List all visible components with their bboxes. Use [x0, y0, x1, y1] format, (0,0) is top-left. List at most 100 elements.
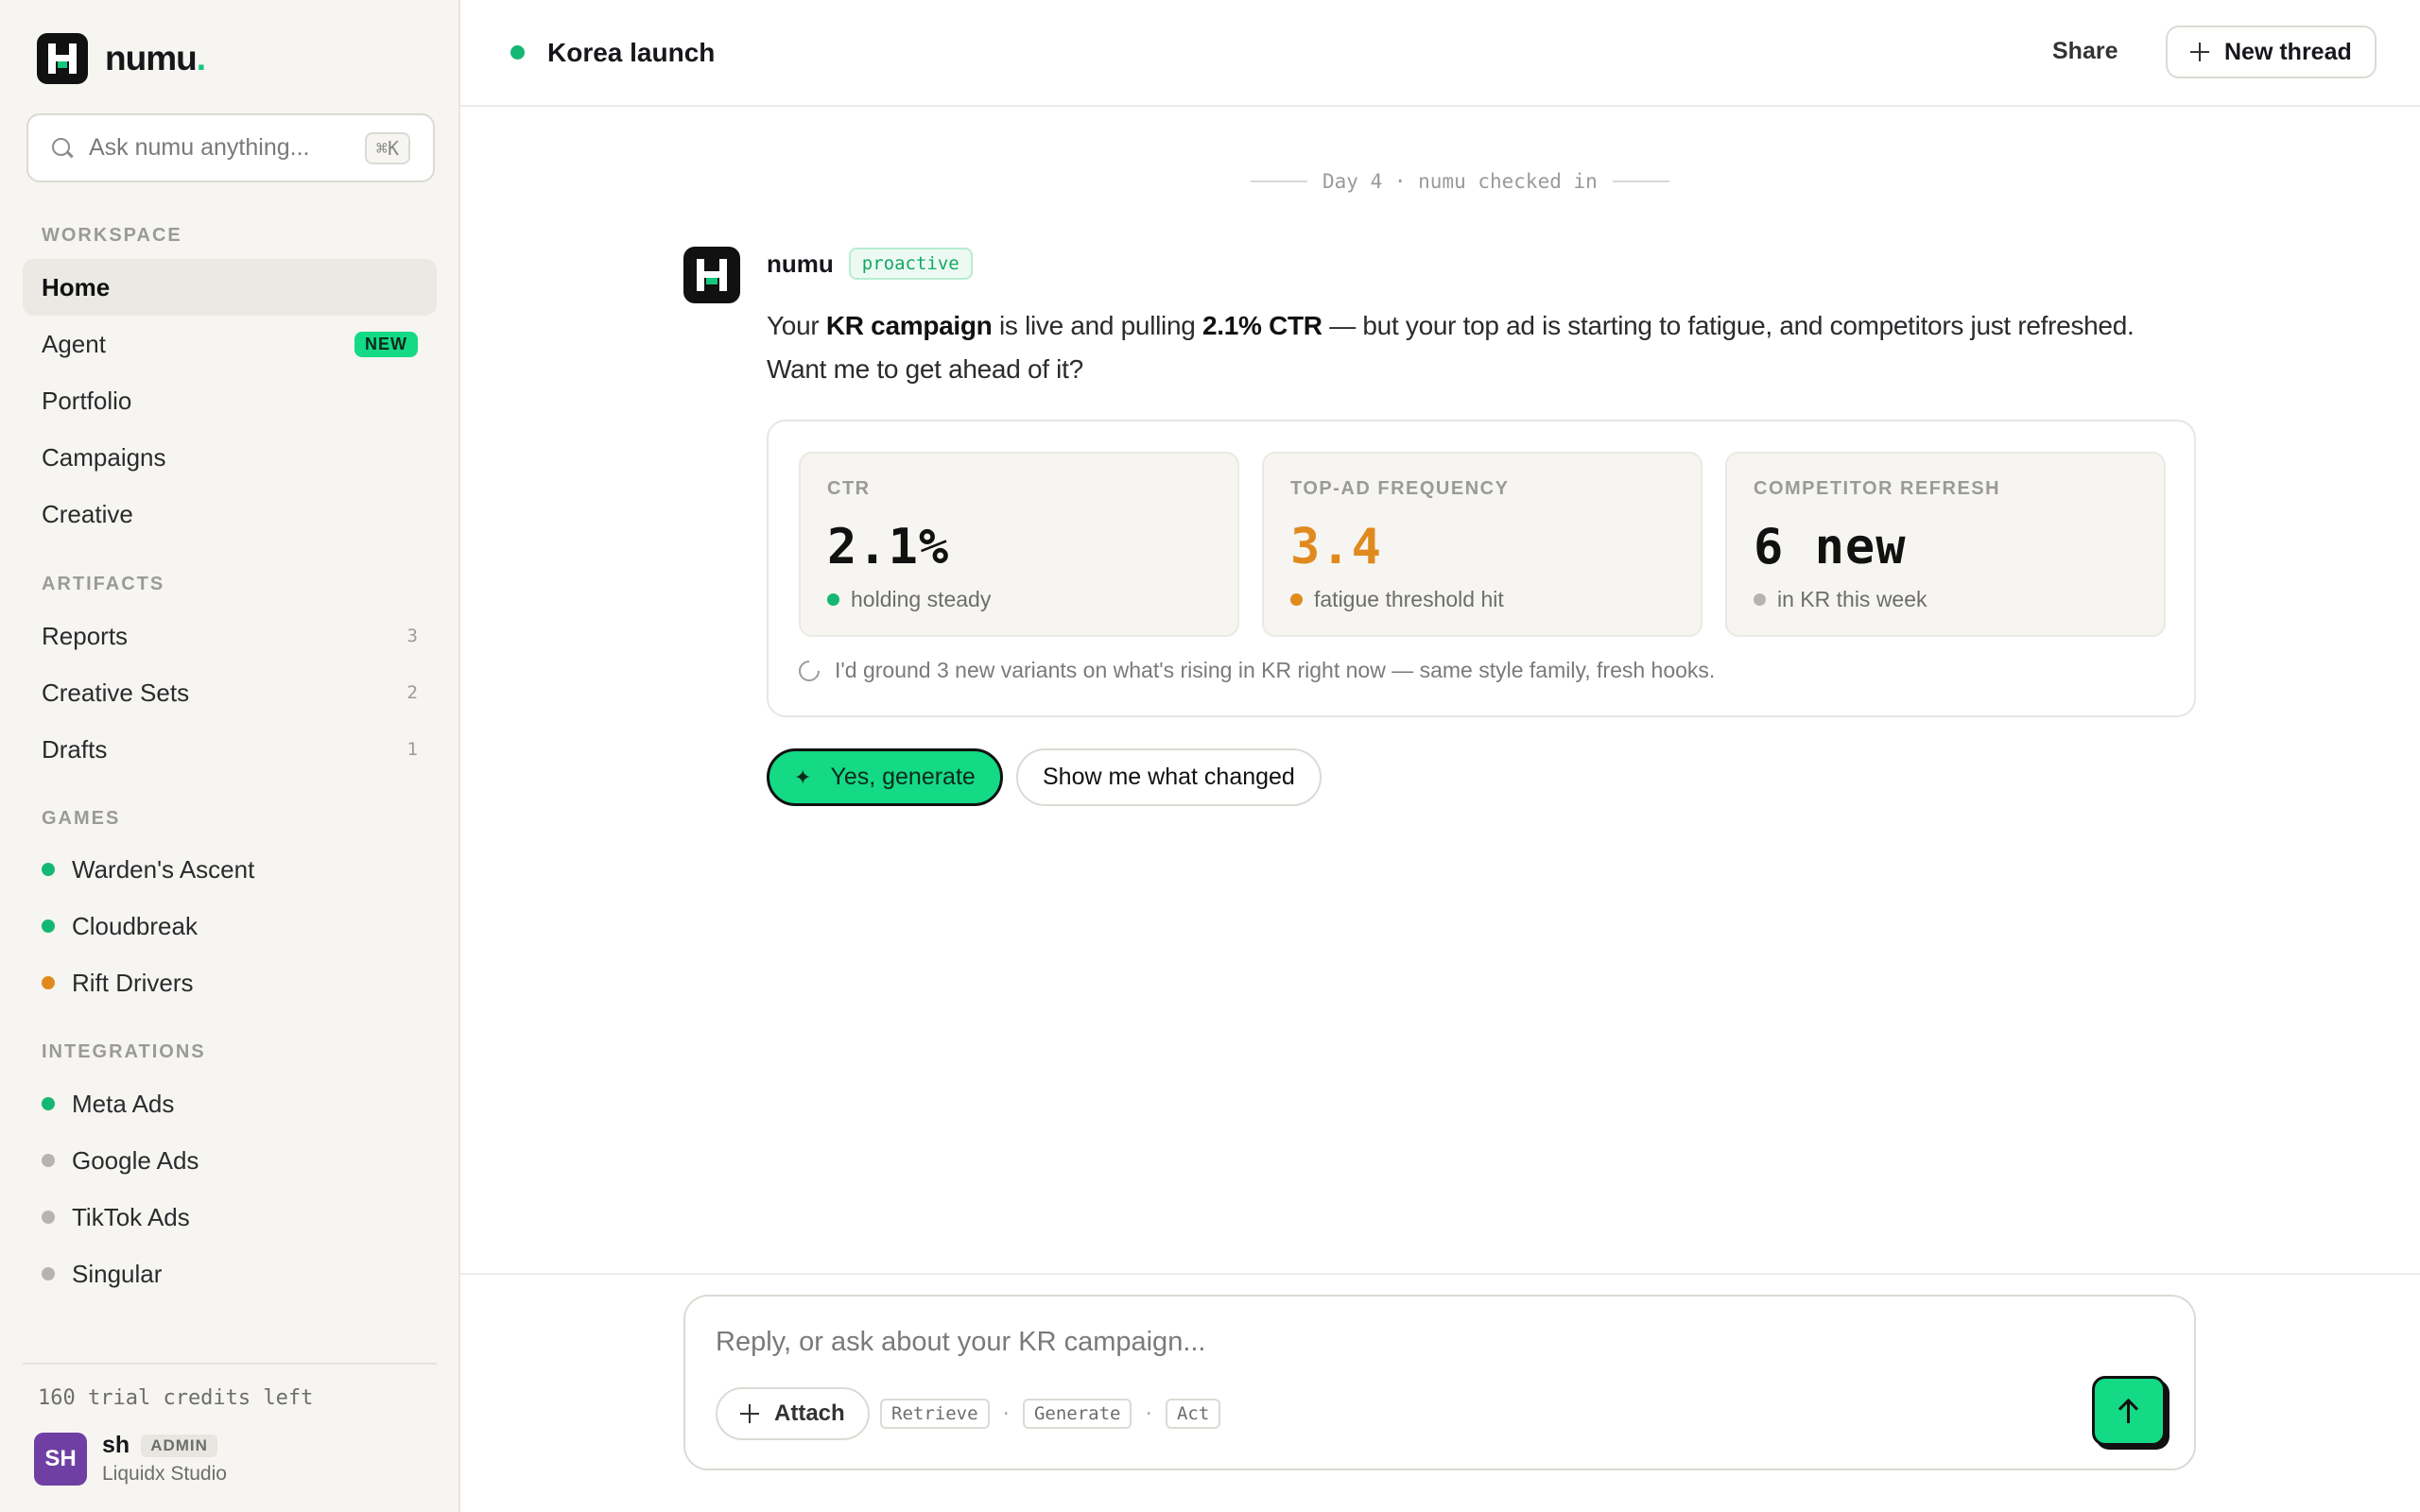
- status-dot: [827, 593, 839, 606]
- sidebar-item-label: TikTok Ads: [72, 1202, 190, 1231]
- show-changes-button[interactable]: Show me what changed: [1016, 748, 1322, 806]
- sidebar-item-singular[interactable]: Singular: [23, 1246, 437, 1302]
- plus-icon: [2190, 43, 2209, 61]
- day-separator-text: Day 4 · numu checked in: [1322, 170, 1598, 193]
- sidebar-item-label: Singular: [72, 1259, 163, 1288]
- search-icon: [51, 137, 74, 160]
- new-badge: NEW: [354, 331, 418, 357]
- status-dot: [42, 919, 55, 933]
- brand-logo[interactable]: numu.: [37, 33, 206, 84]
- org-name: Liquidx Studio: [102, 1463, 227, 1485]
- sidebar-item-creative-sets[interactable]: Creative Sets 2: [23, 664, 437, 721]
- sidebar-item-rift-drivers[interactable]: Rift Drivers: [23, 954, 437, 1011]
- search-shortcut: ⌘K: [364, 131, 410, 164]
- section-label-integrations: INTEGRATIONS: [42, 1041, 206, 1062]
- sidebar-item-drafts[interactable]: Drafts 1: [23, 721, 437, 778]
- user-name: sh: [102, 1432, 130, 1458]
- sidebar-item-wardens-ascent[interactable]: Warden's Ascent: [23, 841, 437, 898]
- stat-label: CTR: [827, 478, 871, 499]
- status-dot: [42, 1097, 55, 1110]
- status-dot: [1290, 593, 1303, 606]
- stat-note: fatigue threshold hit: [1290, 587, 1674, 612]
- mode-generate[interactable]: Generate: [1022, 1399, 1132, 1429]
- sidebar-item-google-ads[interactable]: Google Ads: [23, 1132, 437, 1189]
- sidebar-item-agent[interactable]: Agent NEW: [23, 316, 437, 372]
- sidebar-item-label: Warden's Ascent: [72, 854, 255, 884]
- section-label-workspace: WORKSPACE: [42, 225, 182, 246]
- status-dot: [42, 1267, 55, 1280]
- sidebar-item-label: Drafts: [42, 734, 108, 764]
- mode-retrieve[interactable]: Retrieve: [880, 1399, 990, 1429]
- search-placeholder: Ask numu anything...: [89, 134, 310, 161]
- sidebar-item-label: Rift Drivers: [72, 968, 194, 997]
- status-dot: [42, 1154, 55, 1167]
- trial-credits: 160 trial credits left: [38, 1386, 314, 1410]
- user-profile[interactable]: SH sh ADMIN Liquidx Studio: [34, 1432, 227, 1486]
- status-dot: [42, 1211, 55, 1224]
- stat-note: holding steady: [827, 587, 1211, 612]
- status-dot: [42, 863, 55, 876]
- section-label-games: GAMES: [42, 808, 121, 829]
- thread-status-dot: [510, 45, 525, 60]
- composer-divider: [460, 1273, 2420, 1275]
- arrow-up-icon: [2118, 1399, 2139, 1423]
- stat-note: in KR this week: [1754, 587, 2137, 612]
- sidebar-item-meta-ads[interactable]: Meta Ads: [23, 1075, 437, 1132]
- proactive-tag: proactive: [848, 248, 973, 280]
- user-info: sh ADMIN Liquidx Studio: [102, 1432, 227, 1486]
- avatar: SH: [34, 1432, 87, 1486]
- mode-act[interactable]: Act: [1165, 1399, 1221, 1429]
- composer: Reply, or ask about your KR campaign... …: [683, 1295, 2196, 1470]
- attach-button[interactable]: Attach: [716, 1387, 870, 1440]
- new-thread-button[interactable]: New thread: [2166, 26, 2377, 78]
- sidebar: numu. Ask numu anything... ⌘K WORKSPACE …: [0, 0, 460, 1512]
- numu-avatar-icon: [683, 247, 740, 303]
- stat-value: 3.4: [1290, 519, 1382, 576]
- stat-value: 2.1%: [827, 519, 950, 576]
- item-count: 1: [406, 739, 418, 760]
- page-title: Korea launch: [547, 37, 716, 67]
- sidebar-item-reports[interactable]: Reports 3: [23, 608, 437, 664]
- search-input[interactable]: Ask numu anything... ⌘K: [26, 113, 435, 182]
- sidebar-item-home[interactable]: Home: [23, 259, 437, 316]
- sidebar-item-label: Campaigns: [42, 442, 166, 472]
- send-button[interactable]: [2092, 1376, 2166, 1446]
- suggestion-text: I'd ground 3 new variants on what's risi…: [794, 655, 1715, 686]
- status-dot: [42, 976, 55, 989]
- stat-card-ctr: CTR 2.1% holding steady: [799, 452, 1239, 637]
- sidebar-item-campaigns[interactable]: Campaigns: [23, 429, 437, 486]
- sidebar-item-tiktok-ads[interactable]: TikTok Ads: [23, 1189, 437, 1246]
- stat-card-competitor: COMPETITOR REFRESH 6 new in KR this week: [1725, 452, 2166, 637]
- sidebar-item-label: Google Ads: [72, 1145, 199, 1175]
- numu-logo-icon: [37, 33, 88, 84]
- sidebar-item-label: Reports: [42, 621, 129, 650]
- sidebar-item-label: Portfolio: [42, 386, 132, 415]
- brand-name: numu.: [105, 39, 206, 77]
- sidebar-item-label: Home: [42, 272, 111, 301]
- day-separator: Day 4 · numu checked in: [1236, 170, 1685, 193]
- reply-input[interactable]: Reply, or ask about your KR campaign...: [716, 1327, 1206, 1358]
- share-button[interactable]: Share: [2052, 38, 2118, 65]
- sidebar-item-creative[interactable]: Creative: [23, 486, 437, 542]
- section-label-artifacts: ARTIFACTS: [42, 574, 165, 594]
- stat-label: COMPETITOR REFRESH: [1754, 478, 2001, 499]
- role-badge: ADMIN: [141, 1434, 217, 1457]
- item-count: 3: [406, 626, 418, 646]
- status-dot: [1754, 593, 1766, 606]
- stat-label: TOP-AD FREQUENCY: [1290, 478, 1510, 499]
- sidebar-item-label: Meta Ads: [72, 1089, 175, 1118]
- mode-selector: Retrieve · Generate · Act: [880, 1399, 1221, 1429]
- sidebar-item-cloudbreak[interactable]: Cloudbreak: [23, 898, 437, 954]
- sidebar-item-portfolio[interactable]: Portfolio: [23, 372, 437, 429]
- stat-card-frequency: TOP-AD FREQUENCY 3.4 fatigue threshold h…: [1262, 452, 1703, 637]
- sidebar-item-label: Agent: [42, 329, 106, 358]
- message-text: Your KR campaign is live and pulling 2.1…: [767, 311, 2135, 384]
- message-author: numu: [767, 249, 834, 278]
- sidebar-item-label: Creative Sets: [42, 678, 190, 707]
- sparkle-icon: ✦: [794, 765, 812, 789]
- insight-card: CTR 2.1% holding steady TOP-AD FREQUENCY…: [767, 420, 2196, 717]
- yes-generate-button[interactable]: ✦ Yes, generate: [767, 748, 1003, 806]
- refresh-icon: [794, 655, 824, 686]
- new-thread-label: New thread: [2224, 38, 2352, 65]
- sidebar-divider: [23, 1363, 437, 1365]
